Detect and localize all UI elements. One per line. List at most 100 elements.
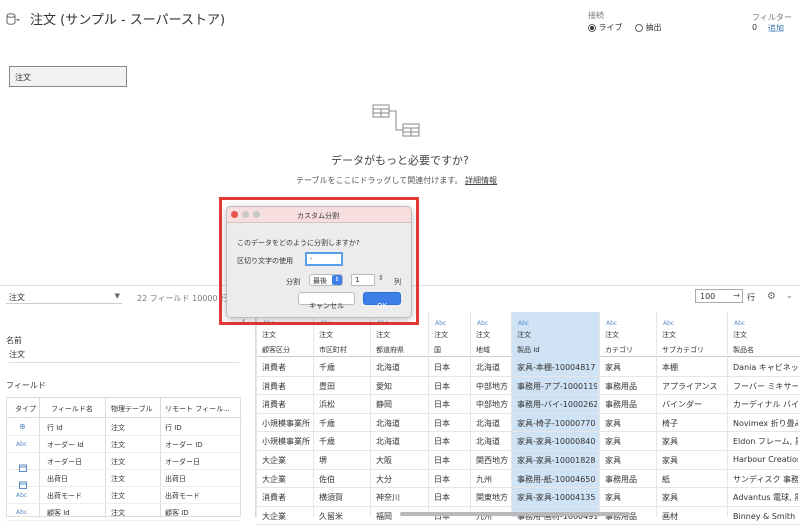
grid-cell[interactable]: 大分	[376, 474, 426, 485]
fields-col-table[interactable]: 物理テーブル	[111, 404, 153, 414]
fields-col-name[interactable]: フィールド名	[51, 404, 93, 414]
grid-cell[interactable]: 家具	[662, 492, 725, 503]
grid-cell[interactable]: 大企業	[262, 511, 311, 522]
split-mode-select[interactable]: 最後 ⇕	[309, 274, 343, 286]
grid-cell[interactable]: サンディスク 事務用	[733, 474, 798, 485]
minimize-icon[interactable]	[242, 211, 249, 218]
close-icon[interactable]	[231, 211, 238, 218]
grid-cell[interactable]: 愛知	[376, 381, 426, 392]
grid-cell[interactable]: 北海道	[376, 418, 426, 429]
gear-icon[interactable]: ⚙	[767, 291, 776, 302]
grid-cell[interactable]: Novimex 折り畳み	[733, 418, 798, 429]
grid-cell[interactable]: 事務用品	[605, 399, 654, 410]
grid-cell[interactable]: 小規模事業所	[262, 418, 311, 429]
ok-button[interactable]: OK	[363, 292, 401, 310]
grid-cell[interactable]: 日本	[434, 474, 468, 485]
filter-add-link[interactable]: 追加	[768, 23, 784, 34]
grid-cell[interactable]: 日本	[434, 455, 468, 466]
grid-cell[interactable]: 小規模事業所	[262, 436, 311, 447]
grid-cell[interactable]: 日本	[434, 418, 468, 429]
grid-cell[interactable]: 大企業	[262, 455, 311, 466]
column-header[interactable]: Abc 注文 サブカテゴリ	[656, 312, 727, 357]
grid-cell[interactable]: 横須賀	[319, 492, 368, 503]
grid-cell[interactable]: 本棚	[662, 362, 725, 373]
grid-cell[interactable]: 家具	[605, 492, 654, 503]
column-header[interactable]: Abc 注文 製品 Id	[511, 312, 599, 357]
column-header[interactable]: Abc 注文 地域	[470, 312, 511, 357]
grid-cell[interactable]: 事務用-バイ-10002621	[517, 399, 597, 410]
grid-cell[interactable]: 事務用-紙-10004650	[517, 474, 597, 485]
column-header[interactable]: Abc 注文国	[428, 312, 470, 357]
grid-cell[interactable]: 家具-家具-10001828	[517, 455, 597, 466]
cancel-button[interactable]: キャンセル	[298, 292, 355, 310]
grid-cell[interactable]: 消費者	[262, 381, 311, 392]
grid-cell[interactable]: 堺	[319, 455, 368, 466]
grid-cell[interactable]: 日本	[434, 436, 468, 447]
grid-cell[interactable]: カーディナル バイン	[733, 399, 798, 410]
grid-cell[interactable]: 大阪	[376, 455, 426, 466]
grid-cell[interactable]: 北海道	[476, 362, 509, 373]
connection-live-radio[interactable]: ライブ	[588, 22, 623, 33]
grid-cell[interactable]: 家具	[605, 418, 654, 429]
grid-cell[interactable]: 千歳	[319, 418, 368, 429]
table-chip[interactable]: 注文	[9, 66, 127, 87]
column-header[interactable]: Abc 注文 製品名	[727, 312, 800, 357]
stepper-icon[interactable]: ⇕	[378, 274, 384, 282]
connection-extract-radio[interactable]: 抽出	[635, 22, 662, 33]
grid-cell[interactable]: 画材	[662, 511, 725, 522]
grid-cell[interactable]: 紙	[662, 474, 725, 485]
split-count-input[interactable]: 1	[351, 274, 375, 286]
grid-cell[interactable]: フーバー ミキサー,	[733, 381, 798, 392]
grid-cell[interactable]: 佐伯	[319, 474, 368, 485]
grid-cell[interactable]: 日本	[434, 362, 468, 373]
grid-cell[interactable]: 家具	[605, 362, 654, 373]
grid-cell[interactable]: 大企業	[262, 474, 311, 485]
grid-cell[interactable]: 久留米	[319, 511, 368, 522]
field-row[interactable]: Abc 出荷モード 注文 出荷モード	[7, 487, 240, 504]
grid-cell[interactable]: 家具	[662, 436, 725, 447]
fields-col-type[interactable]: タイプ	[15, 404, 36, 414]
field-row[interactable]: Abc オーダー Id 注文 オーダー ID	[7, 436, 240, 453]
grid-cell[interactable]: 豊田	[319, 381, 368, 392]
grid-cell[interactable]: 消費者	[262, 399, 311, 410]
grid-cell[interactable]: 事務用品	[605, 381, 654, 392]
grid-cell[interactable]: 北海道	[476, 418, 509, 429]
grid-cell[interactable]: Advantus 電球, 黒	[733, 492, 798, 503]
grid-cell[interactable]: 家具-椅子-10000770	[517, 418, 597, 429]
grid-cell[interactable]: 北海道	[376, 362, 426, 373]
rows-input[interactable]: 100 →	[695, 289, 743, 303]
grid-cell[interactable]: 家具-本棚-10004817	[517, 362, 597, 373]
grid-cell[interactable]: 事務用品	[605, 474, 654, 485]
grid-cell[interactable]: 消費者	[262, 362, 311, 373]
grid-cell[interactable]: 家具-家具-10000840	[517, 436, 597, 447]
delimiter-input[interactable]: -	[305, 252, 343, 266]
grid-cell[interactable]: 千歳	[319, 436, 368, 447]
grid-cell[interactable]: 日本	[434, 492, 468, 503]
field-row[interactable]: オーダー日 注文 オーダー日	[7, 453, 240, 472]
grid-cell[interactable]: 関東地方	[476, 492, 509, 503]
grid-cell[interactable]: アプライアンス	[662, 381, 725, 392]
grid-cell[interactable]: Binney & Smith ペ	[733, 511, 798, 522]
grid-cell[interactable]: 家具	[605, 436, 654, 447]
grid-cell[interactable]: 家具	[605, 455, 654, 466]
grid-cell[interactable]: 北海道	[376, 436, 426, 447]
grid-cell[interactable]: 家具	[662, 455, 725, 466]
grid-cell[interactable]: Eldon フレーム, 黒	[733, 436, 798, 447]
fields-col-remote[interactable]: リモート フィール...	[165, 404, 230, 414]
grid-cell[interactable]: Dania キャビネット	[733, 362, 798, 373]
grid-cell[interactable]: 日本	[434, 381, 468, 392]
grid-cell[interactable]: 事務用-アプ-10001193	[517, 381, 597, 392]
grid-cell[interactable]: 椅子	[662, 418, 725, 429]
maximize-icon[interactable]	[253, 211, 260, 218]
chevron-down-icon[interactable]: ⌄	[786, 291, 793, 300]
grid-cell[interactable]: バインダー	[662, 399, 725, 410]
grid-cell[interactable]: 日本	[434, 399, 468, 410]
learn-more-link[interactable]: 詳細情報	[465, 176, 497, 185]
grid-cell[interactable]: 中部地方	[476, 399, 509, 410]
grid-cell[interactable]: 浜松	[319, 399, 368, 410]
grid-cell[interactable]: 中部地方	[476, 381, 509, 392]
column-header[interactable]: Abc 注文 カテゴリ	[599, 312, 656, 357]
grid-cell[interactable]: 消費者	[262, 492, 311, 503]
datasource-icon[interactable]	[6, 10, 20, 25]
grid-cell[interactable]: 家具-家具-10004135	[517, 492, 597, 503]
